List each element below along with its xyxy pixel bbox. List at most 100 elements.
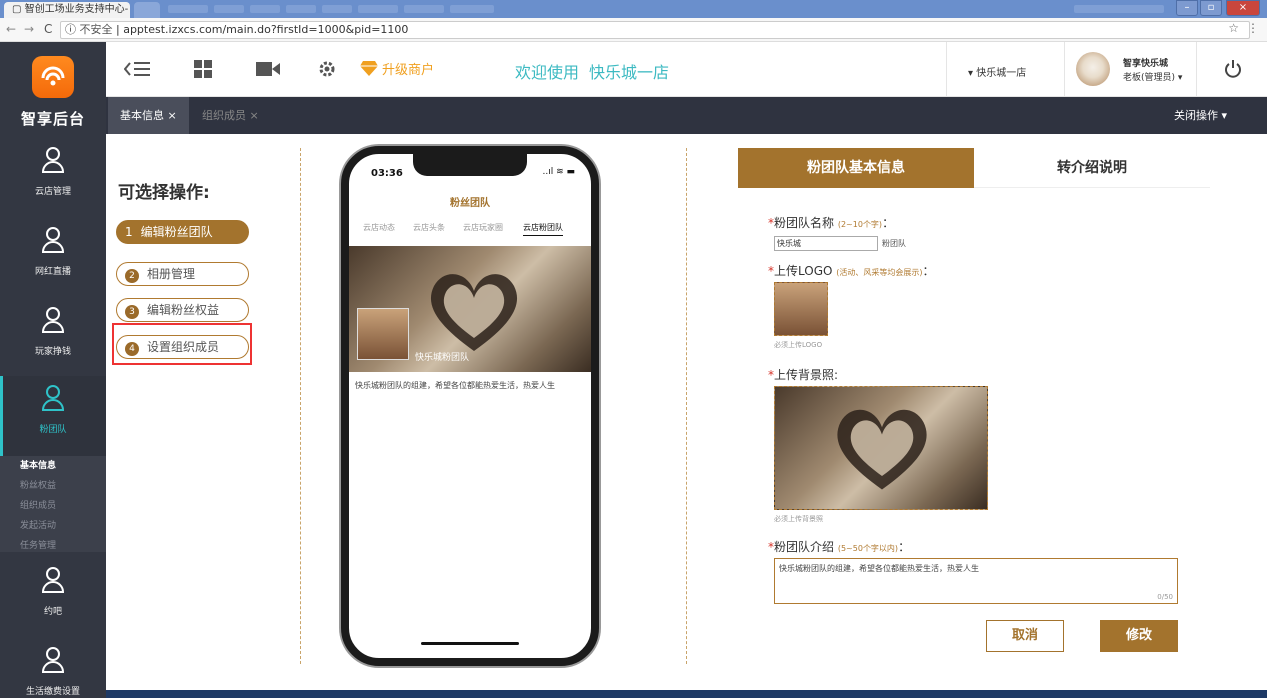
op-number: 3 [125, 305, 139, 319]
bookmark-star-icon[interactable]: ☆ [1228, 21, 1239, 35]
char-counter: 0/50 [1157, 593, 1173, 601]
info-icon[interactable]: ⓘ [65, 23, 80, 36]
bookmark-placeholder[interactable] [404, 5, 444, 13]
restore-icon[interactable]: ▫ [1200, 0, 1222, 16]
bookmark-placeholder[interactable] [322, 5, 352, 13]
url-input[interactable]: ⓘ 不安全 | apptest.izxcs.com/main.do?firstI… [60, 21, 1250, 39]
colon: ： [922, 264, 935, 278]
user-icon [41, 385, 65, 411]
op-fan-rights-button[interactable]: 3 编辑粉丝权益 [116, 298, 249, 322]
submenu-item[interactable]: 发起活动 [0, 516, 106, 536]
browser-tab[interactable]: ▢ 智创工场业务支持中心- × [4, 2, 130, 18]
team-name-label: *粉团队名称 (2~10个字)： [768, 214, 894, 231]
intro-label: *粉团队介绍 (5~50个字以内)： [768, 538, 910, 555]
sidebar-item-label: 约吧 [43, 607, 62, 617]
new-tab-button[interactable] [134, 2, 160, 18]
sidebar-item-players[interactable]: 玩家挣钱 [0, 298, 106, 378]
logo-label: *上传LOGO (活动、风采等均会展示)： [768, 262, 935, 279]
forward-icon[interactable]: → [24, 22, 34, 36]
user-role-dropdown[interactable]: 老板(管理员) ▾ [1123, 70, 1182, 83]
logo-icon [32, 56, 74, 98]
store-select[interactable]: ▾ 快乐城一店 [968, 64, 1026, 79]
logo[interactable]: 智享后台 [0, 42, 106, 134]
divider [1196, 42, 1197, 97]
logo-upload[interactable] [774, 282, 828, 336]
browser-tab-title: 智创工场业务支持中心- [24, 4, 129, 15]
sidebar-item-fan-team[interactable]: 粉团队 [0, 376, 106, 456]
grid-icon[interactable] [194, 60, 212, 78]
bookmark-placeholder[interactable] [358, 5, 398, 13]
video-icon[interactable] [256, 60, 280, 78]
op-album-button[interactable]: 2 相册管理 [116, 262, 249, 286]
profile-placeholder[interactable] [1074, 5, 1164, 13]
submenu-item[interactable]: 基本信息 [0, 456, 106, 476]
phone-description: 快乐城粉团队的组建，希望各位都能热爱生活，热爱人生 [355, 381, 555, 390]
sidebar-item-label: 网红直播 [34, 267, 71, 277]
team-logo-thumb [357, 308, 409, 360]
intro-textarea[interactable]: 快乐城粉团队的组建，希望各位都能热爱生活，热爱人生 0/50 [774, 558, 1178, 604]
divider [1064, 42, 1065, 97]
page-icon: ▢ [12, 4, 25, 15]
welcome-store: 快乐城一店 [589, 63, 670, 82]
op-edit-fan-team-button[interactable]: 1 编辑粉丝团队 [116, 220, 249, 244]
taskbar [106, 690, 1267, 698]
minimize-icon[interactable]: – [1176, 0, 1198, 16]
logo-text: 智享后台 [20, 110, 85, 128]
page-tab-bar: 基本信息 × 组织成员 × 关闭操作 ▾ [106, 97, 1267, 134]
menu-toggle-icon[interactable] [124, 60, 152, 78]
welcome-prefix: 欢迎使用 [515, 63, 580, 82]
security-label: 不安全 [79, 23, 113, 36]
tab-fan-team-info[interactable]: 粉团队基本信息 [738, 148, 974, 188]
user-name[interactable]: 智享快乐城 [1123, 56, 1168, 69]
gear-icon[interactable] [318, 60, 336, 78]
sidebar-item-label: 玩家挣钱 [34, 347, 71, 357]
submenu-item[interactable]: 粉丝权益 [0, 476, 106, 496]
submenu-item[interactable]: 组织成员 [0, 496, 106, 516]
team-name-input[interactable]: 快乐城 [774, 236, 878, 251]
url-text: apptest.izxcs.com/main.do?firstId=1000&p… [123, 23, 409, 36]
browser-menu-icon[interactable]: ⋮ [1247, 21, 1259, 35]
save-button[interactable]: 修改 [1100, 620, 1178, 652]
bookmark-placeholder[interactable] [250, 5, 280, 13]
bookmark-placeholder[interactable] [286, 5, 316, 13]
cancel-button[interactable]: 取消 [986, 620, 1064, 652]
bookmark-placeholder[interactable] [450, 5, 494, 13]
phone-tab[interactable]: 云店玩家圈 [463, 222, 503, 233]
top-header: 升级商户 欢迎使用 快乐城一店 ▾ 快乐城一店 智享快乐城 老板(管理员) ▾ [106, 42, 1267, 97]
sidebar-item-yueba[interactable]: 约吧 [0, 558, 106, 638]
heart-image [837, 409, 927, 490]
phone-team-name: 快乐城粉团队 [415, 353, 470, 363]
phone-tab[interactable]: 云店动态 [363, 222, 395, 233]
phone-time: 03:36 [371, 168, 403, 179]
logo-note: 必须上传LOGO [774, 341, 823, 349]
tab-referral[interactable]: 转介绍说明 [974, 148, 1210, 188]
divider [300, 148, 301, 664]
reload-icon[interactable]: C [44, 22, 52, 36]
upgrade-button[interactable]: 升级商户 [360, 59, 434, 78]
sidebar-item-utility[interactable]: 生活缴费设置 [0, 638, 106, 698]
phone-banner-image: 快乐城粉团队 [349, 246, 591, 372]
main-content: 可选择操作: 1 编辑粉丝团队 2 相册管理 3 编辑粉丝权益 4 设置组织成员 03:… [106, 134, 1267, 698]
bookmark-placeholder[interactable] [214, 5, 244, 13]
op-number: 1 [125, 225, 133, 239]
divider [946, 42, 947, 97]
welcome-text: 欢迎使用 快乐城一店 [515, 59, 679, 83]
submenu-item[interactable]: 任务管理 [0, 536, 106, 556]
back-icon[interactable]: ← [6, 22, 16, 36]
user-icon [41, 147, 65, 173]
tab-members[interactable]: 组织成员 × [190, 97, 271, 134]
background-upload[interactable] [774, 386, 988, 510]
avatar[interactable] [1076, 52, 1110, 86]
phone-tab-active[interactable]: 云店粉团队 [523, 222, 563, 236]
bookmark-placeholder[interactable] [168, 5, 208, 13]
sidebar-item-label: 粉团队 [39, 425, 67, 435]
close-operations-dropdown[interactable]: 关闭操作 ▾ [1174, 97, 1227, 134]
tab-basic-info[interactable]: 基本信息 × [108, 97, 189, 134]
label-text: 上传LOGO [774, 264, 833, 278]
power-icon[interactable] [1224, 60, 1242, 78]
sidebar-item-cloud-store[interactable]: 云店管理 [0, 138, 106, 218]
phone-tab[interactable]: 云店头条 [413, 222, 445, 233]
close-window-icon[interactable]: × [1226, 0, 1260, 16]
user-icon [41, 567, 65, 593]
sidebar-item-live[interactable]: 网红直播 [0, 218, 106, 298]
